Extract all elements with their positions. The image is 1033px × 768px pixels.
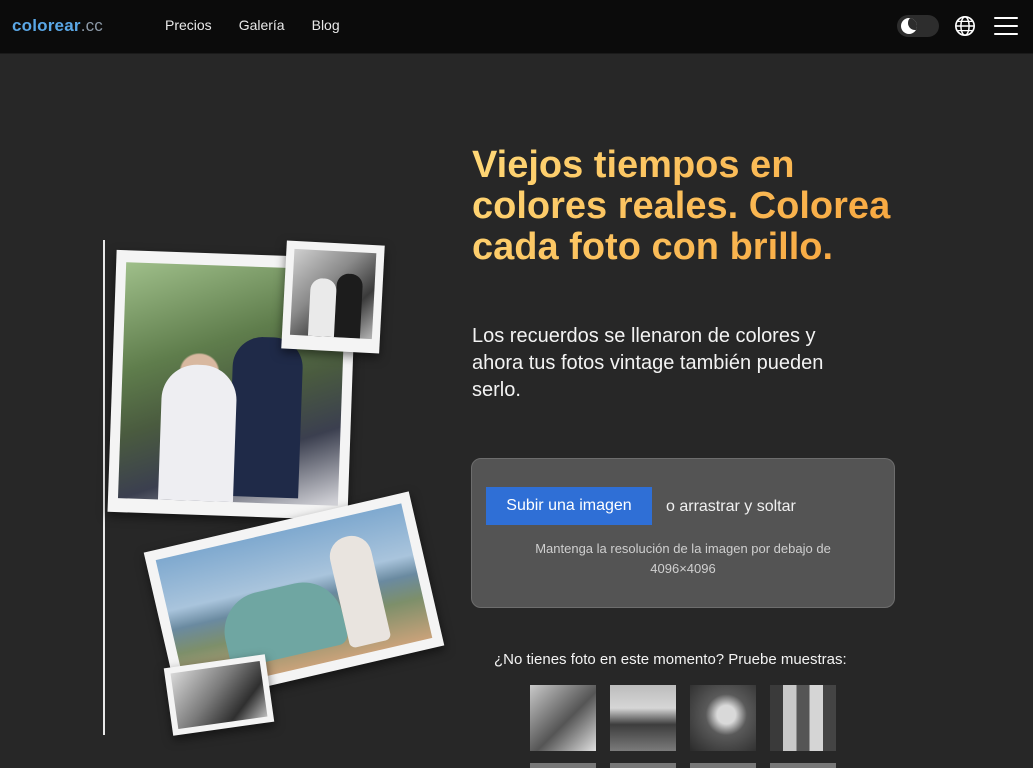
samples-title: ¿No tienes foto en este momento? Pruebe … xyxy=(494,651,847,668)
resolution-note: Mantenga la resolución de la imagen por … xyxy=(502,539,864,579)
main-nav: Precios Galería Blog xyxy=(165,17,340,33)
hero-subhead: Los recuerdos se llenaron de colores y a… xyxy=(472,325,824,401)
logo-tld: .cc xyxy=(80,16,104,35)
nav-link-blog[interactable]: Blog xyxy=(312,17,340,33)
sample-thumbnail[interactable] xyxy=(610,685,676,751)
drag-drop-text: o arrastrar y soltar xyxy=(666,498,796,515)
nav-link-precios[interactable]: Precios xyxy=(165,17,212,33)
sample-thumbnail[interactable] xyxy=(530,685,596,751)
sample-thumbnail[interactable] xyxy=(610,763,676,768)
resolution-note-line1: Mantenga la resolución de la imagen por … xyxy=(535,541,831,556)
hero-headline: Viejos tiempos en colores reales. Colore… xyxy=(472,144,891,268)
site-logo[interactable]: colorear.cc xyxy=(12,16,103,36)
theme-toggle[interactable] xyxy=(897,15,939,37)
sample-thumbnail[interactable] xyxy=(770,685,836,751)
upload-image-button[interactable]: Subir una imagen xyxy=(486,487,652,525)
top-navigation-bar: colorear.cc Precios Galería Blog xyxy=(0,0,1033,54)
resolution-note-line2: 4096×4096 xyxy=(650,561,716,576)
sample-thumbnail[interactable] xyxy=(530,763,596,768)
sample-thumbnail[interactable] xyxy=(690,763,756,768)
upload-dropzone[interactable]: Subir una imagen o arrastrar y soltar Ma… xyxy=(471,458,895,608)
sample-thumbnail[interactable] xyxy=(690,685,756,751)
moon-icon xyxy=(901,18,917,34)
logo-brand: colorear xyxy=(12,16,81,35)
collage-divider-line xyxy=(103,240,105,735)
hamburger-icon[interactable] xyxy=(994,17,1018,35)
globe-icon[interactable] xyxy=(954,15,976,37)
nav-link-galeria[interactable]: Galería xyxy=(239,17,285,33)
sample-thumbnails xyxy=(530,685,836,751)
vintage-car-bw-photo xyxy=(163,654,275,736)
wedding-bw-photo xyxy=(281,240,385,354)
sample-thumbnails-row2 xyxy=(530,763,836,768)
sample-thumbnail[interactable] xyxy=(770,763,836,768)
